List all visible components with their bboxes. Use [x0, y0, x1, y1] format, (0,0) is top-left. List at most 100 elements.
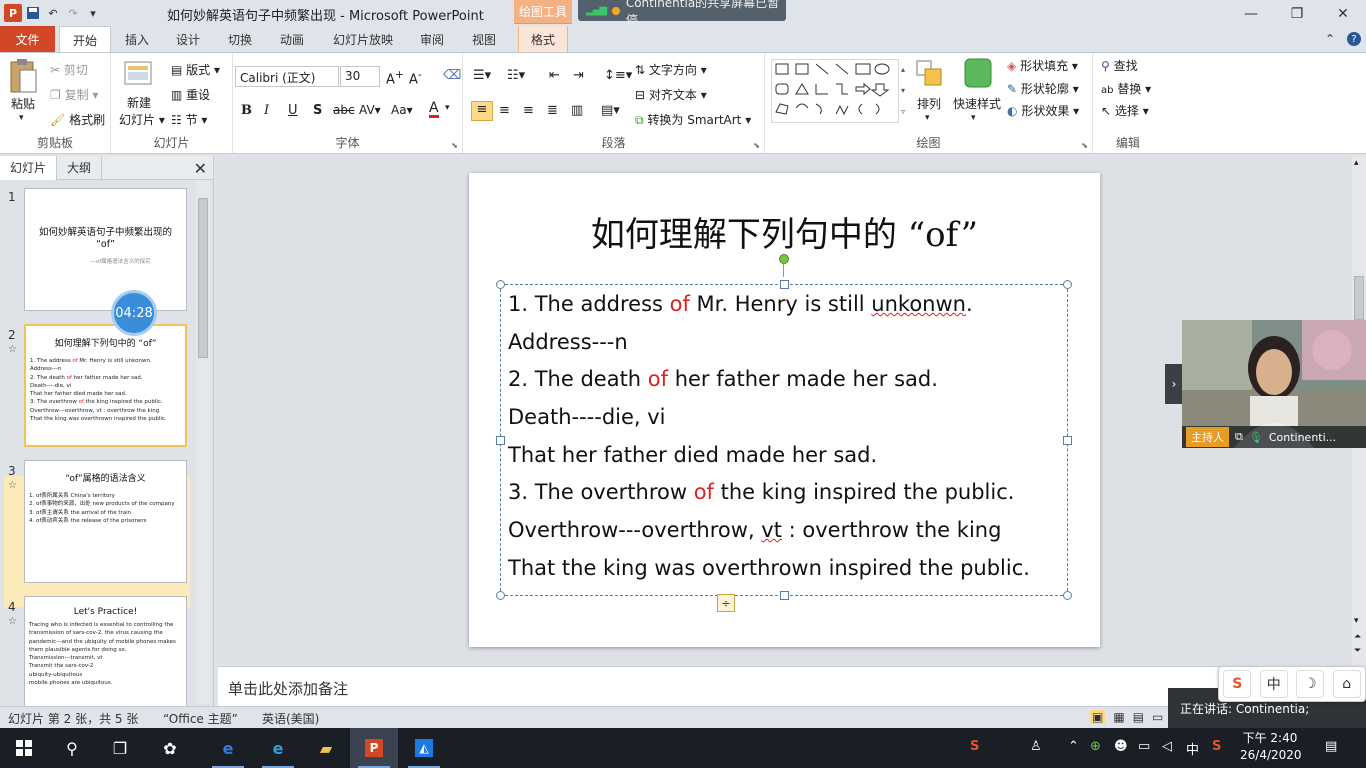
battery-icon[interactable]: ▭: [1138, 739, 1150, 754]
undo-icon[interactable]: ↶: [44, 4, 62, 22]
align-right-icon[interactable]: ≡: [523, 103, 534, 118]
app-grid-icon[interactable]: ✿: [146, 728, 194, 768]
resize-handle-top[interactable]: [780, 280, 789, 289]
sogou-tray-icon[interactable]: S: [970, 739, 979, 754]
search-icon[interactable]: ⚲: [48, 728, 96, 768]
tab-slideshow[interactable]: 幻灯片放映: [326, 26, 400, 52]
tab-transitions[interactable]: 切换: [218, 26, 262, 52]
help-icon[interactable]: ?: [1344, 26, 1364, 52]
windows-start-icon[interactable]: [0, 728, 48, 768]
theme-status[interactable]: “Office 主题”: [163, 710, 238, 727]
customize-qat-icon[interactable]: ▾: [84, 4, 102, 22]
align-center-icon[interactable]: ≡: [499, 103, 510, 118]
shrink-font-icon[interactable]: A-: [409, 68, 422, 87]
slide-area-scroll-thumb[interactable]: [1354, 276, 1364, 320]
scroll-up-icon[interactable]: ▴: [1354, 158, 1359, 168]
half-width-moon-icon[interactable]: ☽: [1296, 670, 1325, 698]
slide-thumbnail-4[interactable]: Let's Practice! Tracing who is infected …: [24, 596, 187, 708]
new-slide-label-2[interactable]: 幻灯片 ▾: [119, 111, 165, 128]
share-paused-banner[interactable]: ▂▄▆ Continentia的共享屏幕已暂停: [578, 0, 786, 27]
change-case-icon[interactable]: Aa▾: [391, 103, 413, 117]
bold-icon[interactable]: B: [241, 103, 252, 118]
shapes-gallery-scroll-icon[interactable]: ▴ ▾ ▿: [901, 59, 905, 122]
language-status[interactable]: 英语(美国): [262, 710, 319, 727]
close-panel-icon[interactable]: ✕: [194, 159, 207, 178]
clear-formatting-icon[interactable]: ⌫: [443, 68, 461, 83]
slide-thumbnail-2[interactable]: 如何理解下列句中的 “of” 1. The address of Mr. Hen…: [24, 324, 187, 447]
tab-insert[interactable]: 插入: [115, 26, 159, 52]
ribbon-collapse-icon[interactable]: ⌃: [1320, 26, 1340, 52]
participant-video[interactable]: 主持人 ⧉ 🎙 Continenti...: [1182, 320, 1366, 448]
tab-slides[interactable]: 幻灯片: [0, 155, 58, 180]
scroll-down-icon[interactable]: ▾: [1354, 616, 1359, 626]
resize-handle-bottom-left[interactable]: [496, 591, 505, 600]
drawing-dialog-launcher-icon[interactable]: ⬊: [1081, 141, 1088, 150]
find-button[interactable]: ⚲ 查找: [1101, 57, 1138, 74]
columns-icon[interactable]: ▤▾: [601, 103, 620, 118]
countdown-timer[interactable]: 04:28: [111, 290, 157, 336]
task-view-icon[interactable]: ❐: [96, 728, 144, 768]
replace-button[interactable]: ab 替换 ▾: [1101, 80, 1151, 97]
font-color-dropdown-icon[interactable]: ▾: [445, 103, 450, 113]
normal-view-icon[interactable]: ▣: [1090, 710, 1106, 724]
italic-icon[interactable]: I: [264, 103, 269, 118]
select-button[interactable]: ↖ 选择 ▾: [1101, 102, 1149, 119]
format-painter-button[interactable]: 🖌 格式刷: [50, 111, 105, 128]
restore-icon[interactable]: ❐: [1274, 0, 1320, 28]
paste-dropdown-icon[interactable]: ▾: [19, 113, 24, 123]
grow-font-icon[interactable]: A+: [386, 68, 404, 87]
decrease-indent-icon[interactable]: ⇤: [549, 68, 560, 83]
sogou-logo-icon[interactable]: S: [1223, 670, 1252, 698]
powerpoint-logo-icon[interactable]: P: [4, 4, 22, 22]
slide-thumbnail-3[interactable]: “of”属格的语法含义 1. of表所属关系 China's territory…: [24, 460, 187, 583]
tab-outline[interactable]: 大纲: [57, 155, 103, 180]
slide-title[interactable]: 如何理解下列句中的 “of”: [469, 207, 1100, 256]
resize-handle-top-left[interactable]: [496, 280, 505, 289]
resize-handle-bottom-right[interactable]: [1063, 591, 1072, 600]
tab-view[interactable]: 视图: [462, 26, 506, 52]
convert-smartart-button[interactable]: ⧉ 转换为 SmartArt ▾: [635, 111, 751, 128]
underline-icon[interactable]: U: [288, 103, 298, 118]
font-dialog-launcher-icon[interactable]: ⬊: [451, 141, 458, 150]
tab-animations[interactable]: 动画: [270, 26, 314, 52]
volume-icon[interactable]: ◁: [1162, 739, 1172, 754]
close-icon[interactable]: ✕: [1320, 0, 1366, 28]
next-slide-icon[interactable]: ⏷: [1354, 646, 1361, 656]
tab-file[interactable]: 文件: [0, 26, 55, 52]
reset-button[interactable]: ▥ 重设: [171, 86, 210, 103]
quick-styles-dropdown-icon[interactable]: ▾: [971, 113, 976, 123]
arrange-button[interactable]: 排列: [917, 95, 941, 112]
align-left-icon[interactable]: ≡: [471, 101, 493, 121]
line-spacing-icon[interactable]: ↕≡▾: [604, 68, 632, 83]
reading-view-icon[interactable]: ▤: [1133, 710, 1144, 724]
file-explorer-icon[interactable]: ▰: [302, 728, 350, 768]
autofit-options-icon[interactable]: ÷: [717, 594, 735, 612]
tray-app-icon[interactable]: ⊕: [1090, 739, 1101, 754]
arrange-icon[interactable]: [915, 59, 945, 89]
tab-format[interactable]: 格式: [518, 26, 568, 52]
meeting-app-icon[interactable]: ◭: [400, 728, 448, 768]
text-shadow-icon[interactable]: S: [313, 103, 322, 118]
slide-sorter-view-icon[interactable]: ▦: [1113, 710, 1124, 724]
slides-panel-scrollbar[interactable]: [196, 180, 210, 704]
tab-home[interactable]: 开始: [59, 26, 111, 53]
shape-fill-button[interactable]: ◈ 形状填充 ▾: [1007, 57, 1078, 74]
edge-icon[interactable]: e: [254, 728, 302, 768]
shapes-gallery[interactable]: [771, 59, 899, 123]
justify-icon[interactable]: ≣: [547, 103, 558, 118]
text-direction-button[interactable]: ⇅ 文字方向 ▾: [635, 61, 707, 78]
slide-canvas[interactable]: 如何理解下列句中的 “of” 1. The address of Mr. Hen…: [469, 173, 1100, 647]
slide-thumbnail-1[interactable]: 如何妙解英语句子中频繁出现的 “of” —of属格语法含义的探究: [24, 188, 187, 311]
internet-explorer-icon[interactable]: e: [204, 728, 252, 768]
system-clock[interactable]: 下午 2:40 26/4/2020: [1240, 730, 1302, 764]
shape-outline-button[interactable]: ✎ 形状轮廓 ▾: [1007, 80, 1079, 97]
shape-effects-button[interactable]: ◐ 形状效果 ▾: [1007, 102, 1079, 119]
bullets-icon[interactable]: ☰▾: [473, 68, 491, 83]
arrange-dropdown-icon[interactable]: ▾: [925, 113, 930, 123]
tab-review[interactable]: 审阅: [410, 26, 454, 52]
align-text-button[interactable]: ⊟ 对齐文本 ▾: [635, 86, 707, 103]
paragraph-dialog-launcher-icon[interactable]: ⬊: [753, 141, 760, 150]
resize-handle-left[interactable]: [496, 436, 505, 445]
new-slide-icon[interactable]: [123, 58, 155, 88]
increase-indent-icon[interactable]: ⇥: [573, 68, 584, 83]
